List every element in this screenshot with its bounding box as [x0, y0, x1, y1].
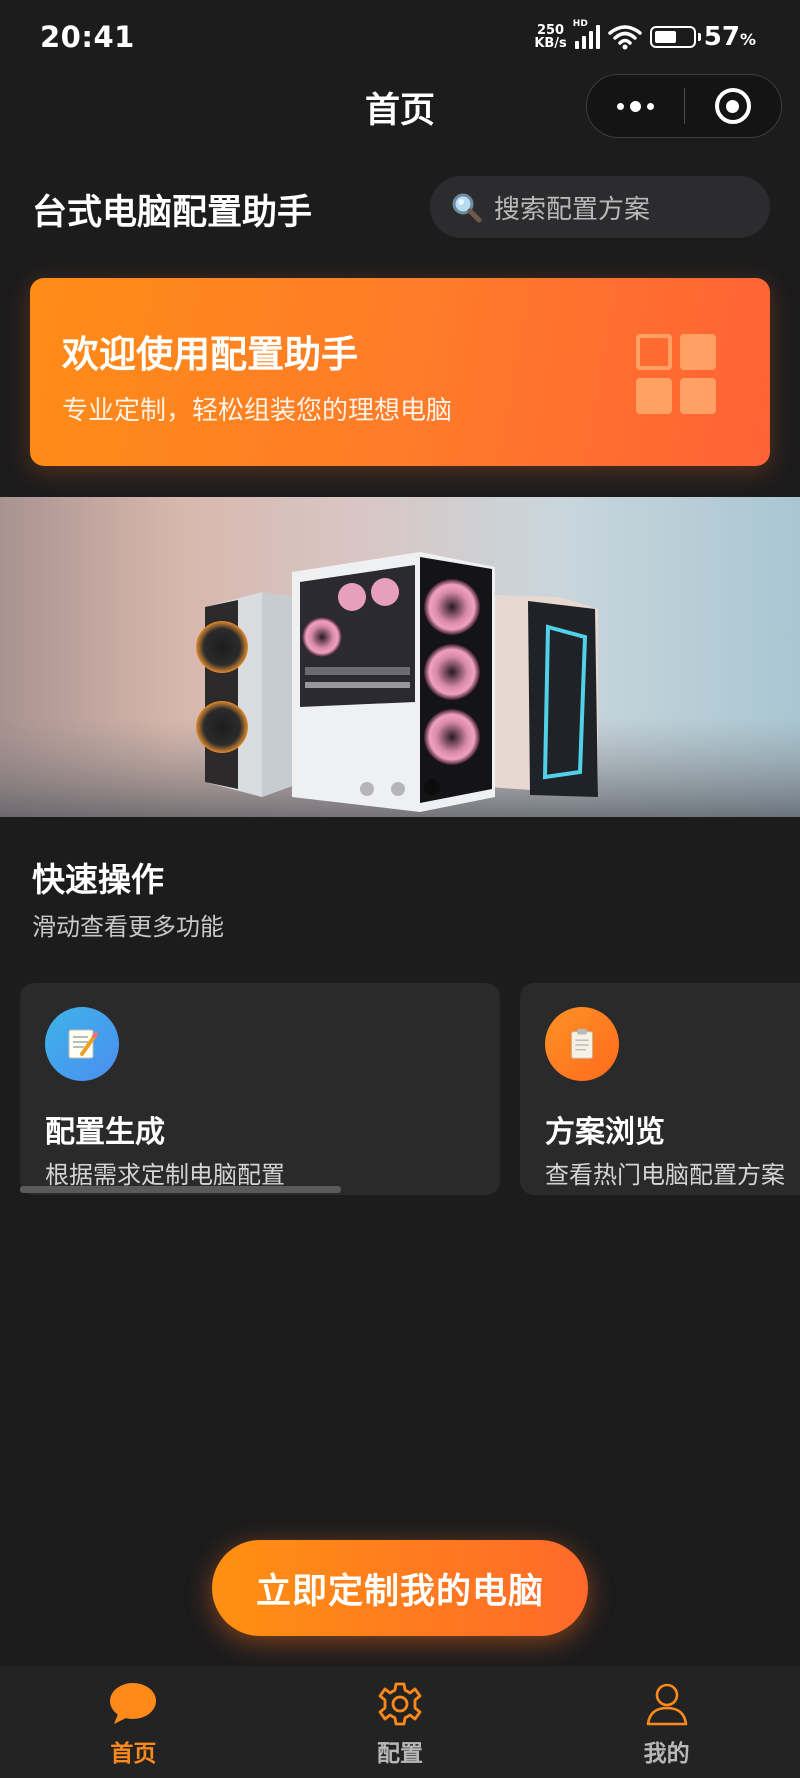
- tab-mine[interactable]: 我的: [533, 1666, 800, 1778]
- status-indicators: 250 KB/s HD 57%: [534, 19, 756, 52]
- hd-label: HD: [572, 19, 588, 29]
- tab-label: 配置: [377, 1741, 423, 1767]
- horizontal-scroll-indicator[interactable]: [20, 1186, 341, 1193]
- bottom-tab-bar: 首页 配置 我的: [0, 1666, 800, 1778]
- search-placeholder: 搜索配置方案: [494, 194, 651, 225]
- tab-label: 首页: [110, 1741, 157, 1767]
- card-description: 根据需求定制电脑配置: [45, 1161, 285, 1189]
- grid-icon: [636, 334, 718, 416]
- clipboard-icon: [545, 1007, 619, 1081]
- banner-subtitle: 专业定制，轻松组装您的理想电脑: [62, 396, 453, 426]
- search-input[interactable]: 搜索配置方案: [430, 176, 770, 238]
- battery-icon: [649, 26, 701, 48]
- quick-actions-subtitle: 滑动查看更多功能: [32, 913, 224, 941]
- card-title: 方案浏览: [545, 1115, 665, 1150]
- banner-title: 欢迎使用配置助手: [62, 333, 358, 376]
- close-mini-program-button[interactable]: [684, 75, 781, 137]
- config-generate-card[interactable]: 配置生成 根据需求定制电脑配置: [20, 983, 500, 1195]
- signal-icon: HD: [573, 19, 600, 49]
- tab-config[interactable]: 配置: [267, 1666, 534, 1778]
- app-title: 台式电脑配置助手: [32, 193, 313, 233]
- status-time: 20:41: [40, 20, 135, 54]
- tab-label: 我的: [643, 1741, 690, 1767]
- chat-bubble-icon: [110, 1683, 157, 1724]
- wifi-icon: [608, 25, 642, 50]
- battery-percent: 57%: [703, 22, 756, 52]
- gear-icon: [378, 1682, 422, 1726]
- pc-cases-hero-image: [0, 497, 800, 817]
- more-button[interactable]: [587, 75, 684, 137]
- status-bar: 20:41 250 KB/s HD 57%: [0, 0, 800, 70]
- quick-actions-title: 快速操作: [32, 860, 164, 899]
- memo-icon: [45, 1007, 119, 1081]
- welcome-banner[interactable]: 欢迎使用配置助手 专业定制，轻松组装您的理想电脑: [30, 278, 770, 466]
- network-speed-unit: KB/s: [534, 36, 567, 51]
- target-icon: [714, 88, 751, 124]
- customize-pc-button-label: 立即定制我的电脑: [255, 1571, 544, 1612]
- card-title: 配置生成: [45, 1115, 165, 1150]
- card-description: 查看热门电脑配置方案: [545, 1161, 785, 1189]
- tab-home[interactable]: 首页: [0, 1666, 267, 1778]
- search-icon: [450, 191, 482, 223]
- customize-pc-button[interactable]: 立即定制我的电脑: [212, 1540, 588, 1636]
- plan-browse-card[interactable]: 方案浏览 查看热门电脑配置方案: [520, 983, 800, 1195]
- battery-fill: [654, 31, 676, 43]
- user-icon: [646, 1683, 687, 1726]
- mini-program-capsule: [586, 74, 782, 138]
- network-speed: 250 KB/s: [534, 24, 566, 50]
